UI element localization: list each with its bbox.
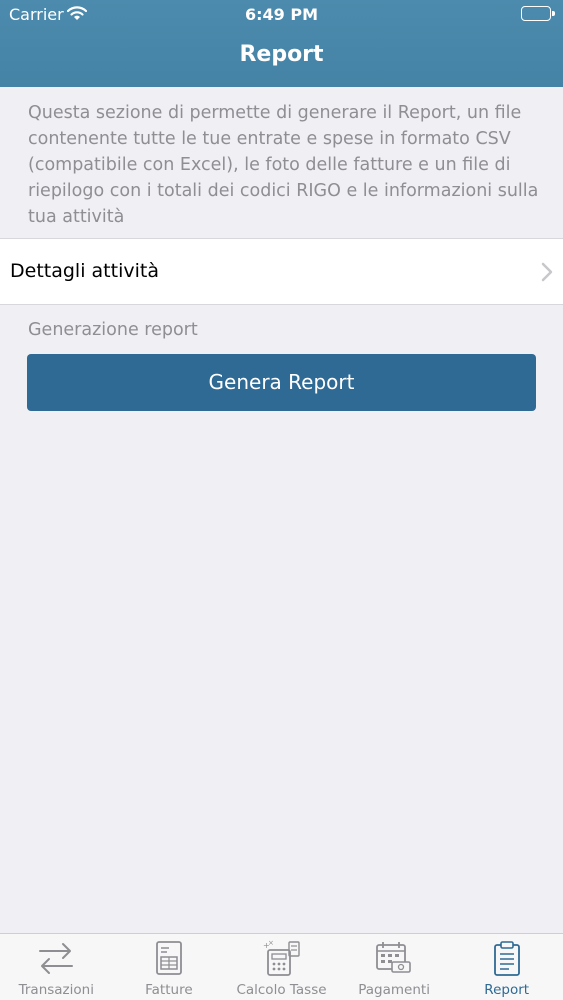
svg-text:×: ×: [268, 940, 274, 947]
tab-pagamenti[interactable]: Pagamenti: [338, 934, 451, 1000]
tab-label: Fatture: [145, 982, 193, 998]
tab-bar: Transazioni Fatture + × Calcolo Tasse Pa…: [0, 933, 563, 1000]
calendar-payment-icon: [375, 940, 413, 980]
tab-fatture[interactable]: Fatture: [113, 934, 226, 1000]
tab-calcolo-tasse[interactable]: + × Calcolo Tasse: [225, 934, 338, 1000]
tab-label: Transazioni: [18, 982, 94, 998]
battery-icon: [521, 6, 555, 21]
invoice-icon: [155, 940, 183, 980]
tab-transazioni[interactable]: Transazioni: [0, 934, 113, 1000]
generate-report-button[interactable]: Genera Report: [27, 354, 536, 411]
chevron-right-icon: [541, 262, 553, 286]
tab-label: Pagamenti: [358, 982, 430, 998]
page-title: Report: [239, 42, 324, 67]
clipboard-report-icon: [493, 940, 521, 980]
navigation-header: Carrier 6:49 PM Report: [0, 0, 563, 87]
intro-description: Questa sezione di permette di generare i…: [28, 103, 539, 227]
business-details-label: Dettagli attività: [10, 260, 159, 282]
tab-report[interactable]: Report: [450, 934, 563, 1000]
transfer-arrows-icon: [36, 940, 76, 980]
status-bar: Carrier 6:49 PM: [0, 0, 563, 30]
report-generation-section-label: Generazione report: [28, 320, 198, 340]
business-details-row[interactable]: Dettagli attività: [0, 238, 563, 305]
calculator-icon: + ×: [262, 939, 301, 980]
status-time: 6:49 PM: [244, 5, 318, 24]
tab-label: Report: [484, 982, 530, 998]
tab-label: Calcolo Tasse: [236, 982, 327, 998]
